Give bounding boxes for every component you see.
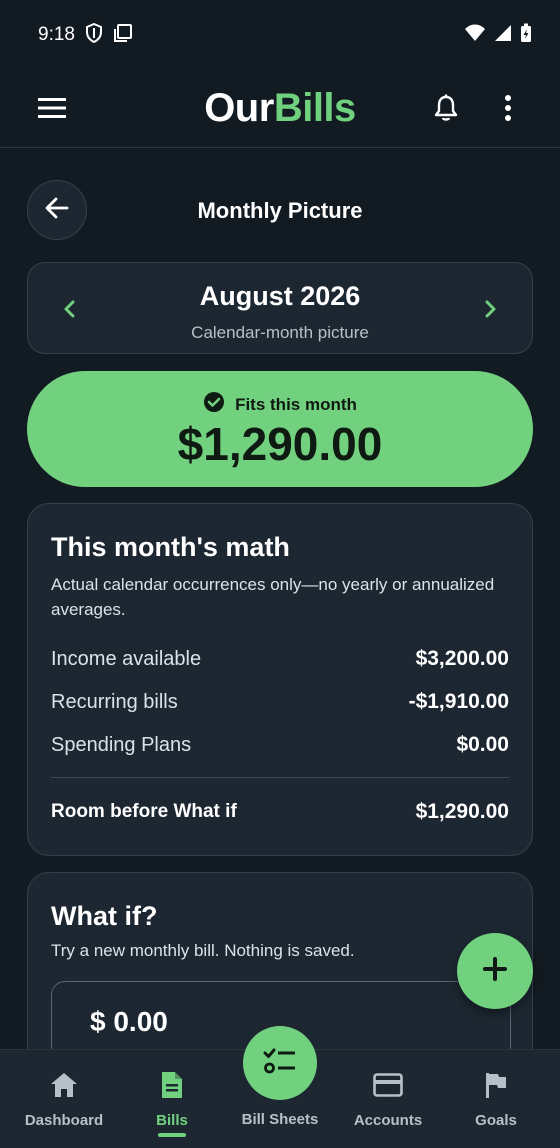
math-row-total: Room before What if $1,290.00	[51, 797, 509, 827]
nav-item-bills[interactable]: Bills	[116, 1050, 228, 1148]
month-subtitle: Calendar-month picture	[191, 323, 369, 342]
math-divider	[51, 777, 509, 778]
notifications-button[interactable]	[426, 90, 466, 130]
fits-banner: Fits this month $1,290.00	[27, 371, 533, 487]
month-selector: August 2026 Calendar-month picture	[27, 262, 533, 354]
brand-part-our: Our	[204, 86, 274, 130]
what-if-description: Try a new monthly bill. Nothing is saved…	[51, 941, 355, 960]
active-indicator	[158, 1133, 186, 1137]
math-row-label: Recurring bills	[51, 690, 178, 713]
math-total-label: Room before What if	[51, 801, 237, 822]
signal-icon	[494, 24, 512, 47]
math-card-title: This month's math	[51, 532, 290, 562]
nav-item-goals[interactable]: Goals	[440, 1050, 552, 1148]
month-title: August 2026	[199, 281, 361, 311]
battery-icon	[520, 23, 532, 48]
fits-amount: $1,290.00	[177, 418, 383, 470]
status-time: 9:18	[38, 24, 75, 45]
math-row-recurring-bills: Recurring bills -$1,910.00	[51, 687, 509, 717]
more-options-button[interactable]	[488, 90, 528, 130]
math-row-income: Income available $3,200.00	[51, 644, 509, 674]
wifi-icon	[464, 24, 486, 47]
bell-icon	[434, 94, 458, 127]
math-row-value: $0.00	[456, 733, 509, 756]
plus-icon	[483, 956, 507, 986]
nav-item-accounts[interactable]: Accounts	[332, 1050, 444, 1148]
add-fab-button[interactable]	[457, 933, 533, 1009]
what-if-amount-value: $ 0.00	[90, 1006, 168, 1037]
app-logo: OurBills	[0, 86, 560, 131]
monthly-math-card: This month's math Actual calendar occurr…	[27, 503, 533, 856]
math-total-value: $1,290.00	[415, 800, 509, 823]
nav-item-bill-sheets[interactable]	[243, 1026, 317, 1100]
app-bar: OurBills	[0, 70, 560, 148]
nav-label-bill-sheets: Bill Sheets	[241, 1111, 319, 1128]
math-row-value: $3,200.00	[415, 647, 509, 670]
what-if-title: What if?	[51, 901, 158, 931]
nav-label: Goals	[475, 1112, 517, 1129]
math-row-label: Income available	[51, 647, 202, 670]
check-circle-icon	[203, 391, 225, 418]
credit-card-icon	[373, 1070, 403, 1100]
fits-label: Fits this month	[235, 394, 357, 414]
nav-label: Dashboard	[24, 1112, 104, 1129]
nav-label: Accounts	[353, 1112, 423, 1129]
brand-part-bills: Bills	[273, 86, 356, 130]
math-row-spending-plans: Spending Plans $0.00	[51, 730, 509, 760]
more-vertical-icon	[504, 94, 512, 126]
home-icon	[49, 1070, 79, 1100]
nav-item-dashboard[interactable]: Dashboard	[8, 1050, 120, 1148]
page-title: Monthly Picture	[197, 198, 363, 223]
flag-icon	[481, 1070, 511, 1100]
screenshot-icon	[113, 23, 133, 48]
math-row-label: Spending Plans	[51, 733, 192, 756]
shield-icon	[85, 22, 103, 48]
nav-label: Bills	[156, 1112, 188, 1129]
math-row-value: -$1,910.00	[408, 690, 509, 713]
document-icon	[157, 1070, 187, 1100]
math-card-description: Actual calendar occurrences only—no year…	[51, 575, 495, 619]
chevron-right-icon[interactable]	[478, 297, 502, 321]
checklist-icon	[263, 1046, 297, 1081]
status-bar: 9:18	[0, 0, 560, 70]
